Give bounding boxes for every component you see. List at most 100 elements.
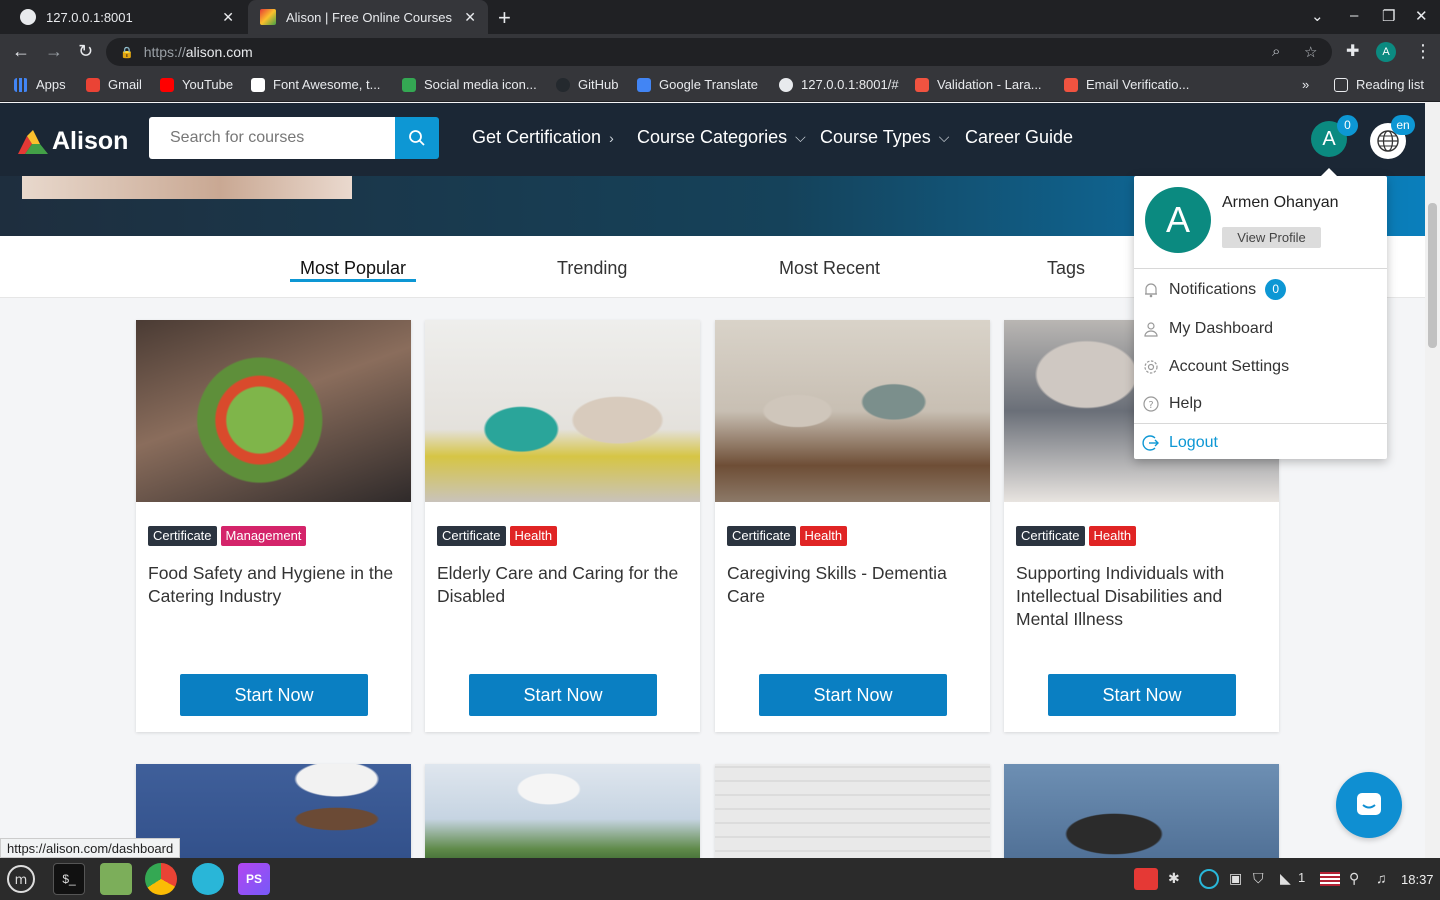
clock-app-icon[interactable] (192, 863, 224, 895)
tab-tags[interactable]: Tags (1047, 258, 1085, 279)
bookmark-google-translate[interactable]: Google Translate (637, 77, 758, 92)
course-tags: Certificate Health (437, 526, 561, 546)
browser-tab-alison[interactable]: Alison | Free Online Courses & ✕ (248, 0, 488, 34)
bookmark-email-verification[interactable]: Email Verificatio... (1064, 77, 1189, 92)
close-tab-icon[interactable]: ✕ (464, 9, 476, 26)
menu-item-label: Notifications (1169, 280, 1257, 298)
start-now-button[interactable]: Start Now (180, 674, 368, 716)
search-button[interactable] (395, 117, 439, 159)
anydesk-tray-icon[interactable] (1134, 868, 1158, 890)
bookmark-validation-laravel[interactable]: Validation - Lara... (915, 77, 1042, 92)
course-card[interactable]: Certificate Health Caregiving Skills - D… (715, 320, 990, 732)
bookmark-gmail[interactable]: Gmail (86, 77, 142, 92)
youtube-icon (160, 77, 174, 92)
bookmark-label: Font Awesome, t... (273, 77, 381, 92)
tab-title: 127.0.0.1:8001 (46, 9, 133, 25)
search-input[interactable] (149, 117, 395, 159)
maximize-icon[interactable]: ❐ (1382, 7, 1395, 25)
terminal-icon[interactable]: $_ (53, 863, 85, 895)
course-title[interactable]: Caregiving Skills - Dementia Care (727, 562, 982, 608)
shield-tray-icon[interactable]: ⛉ (1253, 870, 1264, 887)
page-scrollbar[interactable] (1425, 103, 1440, 858)
bookmark-label: Reading list (1356, 77, 1424, 92)
close-window-icon[interactable]: ✕ (1415, 7, 1428, 25)
certificate-tag: Certificate (148, 526, 217, 546)
mint-menu-icon[interactable]: m (5, 863, 37, 895)
system-clock[interactable]: 18:37 (1401, 872, 1434, 887)
browser-menu-icon[interactable]: ⋮ (1414, 41, 1432, 62)
start-now-button[interactable]: Start Now (469, 674, 657, 716)
github-icon (556, 77, 570, 92)
minimize-icon[interactable]: – (1350, 7, 1358, 24)
timer-tray-icon[interactable] (1199, 869, 1219, 889)
menu-item-logout[interactable]: Logout (1142, 434, 1218, 452)
tab-most-recent[interactable]: Most Recent (779, 258, 880, 279)
back-icon[interactable]: ← (12, 41, 30, 62)
course-card[interactable]: Certificate Health Elderly Care and Cari… (425, 320, 700, 732)
tab-search-icon[interactable]: ⌄ (1311, 7, 1324, 25)
bookmark-fontawesome[interactable]: Font Awesome, t... (251, 77, 380, 92)
bookmarks-overflow-button[interactable]: » (1302, 77, 1309, 92)
network-tray-icon[interactable]: ⚲ (1349, 870, 1359, 887)
reading-list-button[interactable]: Reading list (1334, 77, 1424, 92)
files-icon[interactable] (100, 863, 132, 895)
nav-label: Course Categories (637, 127, 788, 147)
tab-trending[interactable]: Trending (557, 258, 627, 279)
menu-item-account-settings[interactable]: Account Settings (1142, 358, 1289, 376)
forward-icon[interactable]: → (45, 41, 63, 62)
menu-item-my-dashboard[interactable]: My Dashboard (1142, 320, 1273, 338)
course-title[interactable]: Supporting Individuals with Intellectual… (1016, 562, 1271, 631)
web-page: Alison Get Certification › Course Catego… (0, 103, 1425, 858)
reload-icon[interactable]: ↻ (78, 41, 93, 62)
chat-launcher-button[interactable] (1336, 772, 1402, 838)
course-card[interactable] (1004, 764, 1279, 858)
zoom-icon[interactable]: ⌕ (1272, 43, 1280, 60)
us-flag-keyboard-icon[interactable] (1320, 872, 1340, 886)
menu-item-help[interactable]: ? Help (1142, 395, 1202, 413)
tab-most-popular[interactable]: Most Popular (300, 258, 406, 279)
nav-get-certification[interactable]: Get Certification › (472, 127, 614, 148)
course-card[interactable]: Certificate Management Food Safety and H… (136, 320, 411, 732)
language-badge: en (1391, 115, 1415, 135)
certificate-tag: Certificate (437, 526, 506, 546)
volume-tray-icon[interactable]: ♫ (1376, 870, 1387, 886)
flag-icon (251, 77, 265, 92)
bookmark-apps[interactable]: Apps (14, 77, 66, 92)
bookmark-localhost[interactable]: 127.0.0.1:8001/# (779, 77, 899, 92)
address-bar[interactable]: 🔒 https:// alison.com ⌕ ☆ (106, 38, 1332, 66)
alison-logo[interactable]: Alison (18, 127, 128, 156)
bookmark-label: Email Verificatio... (1086, 77, 1190, 92)
close-tab-icon[interactable]: ✕ (222, 9, 234, 26)
bookmark-star-icon[interactable]: ☆ (1304, 43, 1317, 61)
browser-toolbar: ← → ↻ 🔒 https:// alison.com ⌕ ☆ ✚ A ⋮ (0, 34, 1440, 70)
bookmark-github[interactable]: GitHub (556, 77, 618, 92)
gmail-icon (86, 77, 100, 92)
bookmark-youtube[interactable]: YouTube (160, 77, 233, 92)
new-tab-icon[interactable]: + (498, 5, 511, 31)
start-now-button[interactable]: Start Now (759, 674, 947, 716)
view-profile-button[interactable]: View Profile (1222, 227, 1321, 248)
scrollbar-thumb[interactable] (1428, 203, 1437, 348)
menu-item-notifications[interactable]: Notifications 0 (1142, 279, 1287, 300)
nav-career-guide[interactable]: Career Guide (965, 127, 1073, 148)
google-translate-icon (637, 77, 651, 92)
bookmark-social-icons[interactable]: Social media icon... (402, 77, 537, 92)
browser-tab-localhost[interactable]: 127.0.0.1:8001 ✕ (8, 0, 246, 34)
bookmarks-bar: Apps Gmail YouTube Font Awesome, t... So… (0, 70, 1440, 102)
clipboard-tray-icon[interactable]: ▣ (1229, 870, 1242, 887)
course-title[interactable]: Elderly Care and Caring for the Disabled (437, 562, 692, 608)
course-card[interactable] (425, 764, 700, 858)
nav-label: Course Types (820, 127, 931, 147)
notification-tray-icon[interactable]: ◣ (1280, 870, 1291, 887)
course-title[interactable]: Food Safety and Hygiene in the Catering … (148, 562, 403, 608)
user-menu-dropdown: A Armen Ohanyan View Profile Notificatio… (1134, 168, 1387, 459)
chrome-icon[interactable] (145, 863, 177, 895)
nav-course-types[interactable]: Course Types ⌵ (820, 127, 949, 148)
browser-profile-avatar[interactable]: A (1376, 42, 1396, 62)
slack-tray-icon[interactable]: ✱ (1168, 870, 1180, 887)
course-card[interactable] (715, 764, 990, 858)
extensions-icon[interactable]: ✚ (1346, 41, 1359, 61)
start-now-button[interactable]: Start Now (1048, 674, 1236, 716)
nav-course-categories[interactable]: Course Categories ⌵ (637, 127, 806, 148)
phpstorm-icon[interactable]: PS (238, 863, 270, 895)
